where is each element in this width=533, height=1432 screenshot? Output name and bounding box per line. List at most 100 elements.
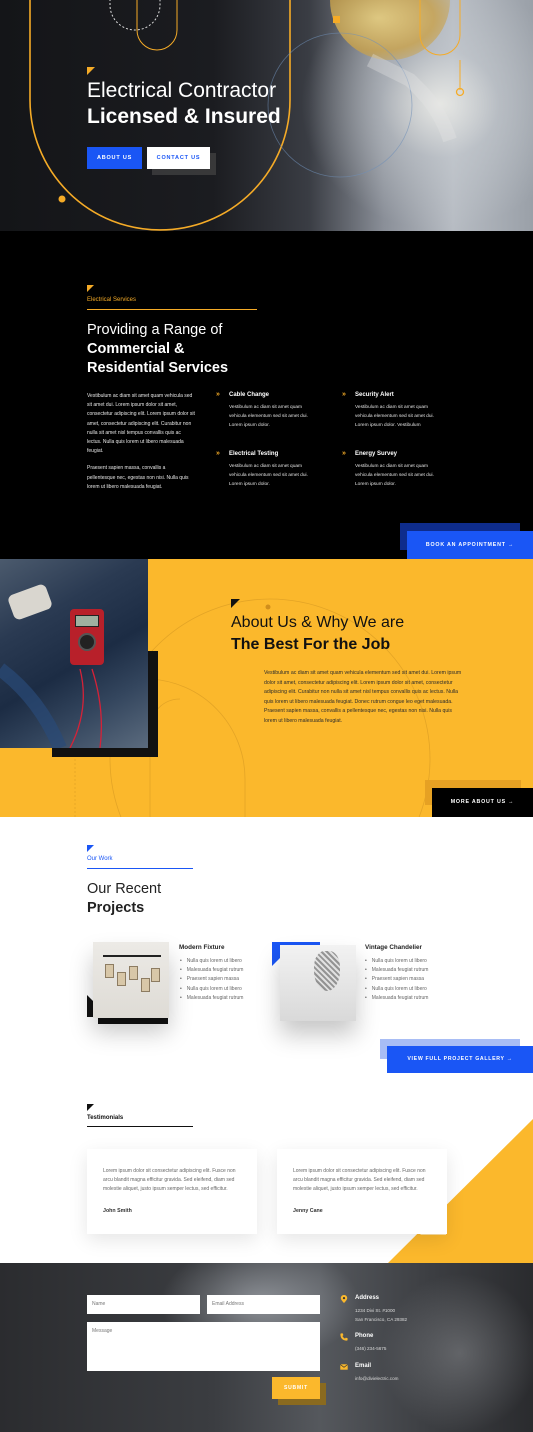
services-section: Electrical Services Providing a Range of… — [0, 231, 533, 559]
address-line1: 1234 Divi St. #1000 — [355, 1308, 396, 1313]
lamp-shade — [105, 964, 114, 978]
services-paragraph: Vestibulum ac diam sit amet quam vehicul… — [87, 392, 195, 492]
lamp-shade — [117, 972, 126, 986]
envelope-icon — [340, 1364, 348, 1370]
email-field[interactable]: Email Address — [207, 1295, 320, 1314]
list-item: Praesent sapien massa — [180, 975, 243, 984]
projects-heading: Our Recent Projects — [87, 880, 161, 918]
project-title: Vintage Chandelier — [365, 944, 422, 951]
contact-us-button[interactable]: CONTACT US — [147, 147, 210, 169]
view-gallery-button[interactable]: VIEW FULL PROJECT GALLERY → — [387, 1046, 533, 1073]
hero-title: Electrical Contractor Licensed & Insured — [87, 78, 407, 130]
phone-icon — [340, 1333, 348, 1341]
list-item: Malesuada feugiat rutrum — [365, 994, 429, 1003]
service-title: Energy Survey — [355, 451, 398, 457]
testimonial-quote: Lorem ipsum dolor sit consectetur adipis… — [103, 1168, 236, 1193]
services-heading: Providing a Range of Commercial & Reside… — [87, 321, 287, 378]
about-heading-line1: About Us & Why We are — [231, 614, 405, 631]
projects-heading-line2: Projects — [87, 900, 145, 916]
project-image-modern-fixture[interactable] — [93, 942, 169, 1018]
address-label: Address — [355, 1295, 380, 1301]
services-heading-line2: Commercial & — [87, 341, 185, 357]
project-bullets: Nulla quis lorem ut libero Malesuada feu… — [180, 957, 244, 1003]
services-accent-mark — [87, 285, 94, 292]
testimonial-author: John Smith — [103, 1208, 132, 1214]
about-photo-multimeter — [0, 559, 148, 748]
testimonial-card: Lorem ipsum dolor sit consectetur adipis… — [87, 1149, 257, 1234]
service-title: Security Alert — [355, 392, 394, 398]
about-paragraph: Vestibulum ac diam sit amet quam vehicul… — [264, 670, 462, 724]
about-accent-mark — [231, 599, 240, 608]
hero-accent-mark — [87, 67, 95, 75]
testimonial-card: Lorem ipsum dolor sit consectetur adipis… — [277, 1149, 447, 1234]
email-label: Email — [355, 1363, 372, 1369]
services-divider — [87, 309, 257, 310]
name-field[interactable]: Name — [87, 1295, 200, 1314]
list-item: Malesuada feugiat rutrum — [180, 966, 244, 975]
testimonials-section: Testimonials Lorem ipsum dolor sit conse… — [0, 1087, 533, 1263]
projects-divider — [87, 868, 193, 869]
service-desc: Vestibulum ac diam sit amet quam vehicul… — [229, 464, 308, 487]
submit-area: SUBMIT — [0, 1363, 533, 1423]
hero-title-line2: Licensed & Insured — [87, 105, 281, 128]
project-title: Modern Fixture — [179, 944, 225, 951]
services-heading-line3: Residential Services — [87, 360, 229, 376]
service-desc: Vestibulum ac diam sit amet quam vehicul… — [229, 405, 308, 428]
service-item-energy-survey: » Energy Survey Vestibulum ac diam sit a… — [342, 450, 445, 489]
more-about-us-button[interactable]: MORE ABOUT US → — [432, 788, 533, 817]
testimonial-author: Jenny Cane — [293, 1208, 323, 1214]
chevron-right-icon: » — [216, 391, 220, 398]
lamp-shade — [141, 978, 150, 992]
service-desc: Vestibulum ac diam sit amet quam vehicul… — [355, 464, 434, 487]
service-title: Cable Change — [229, 392, 270, 398]
projects-heading-line1: Our Recent — [87, 881, 162, 897]
list-item: Nulla quis lorem ut libero — [365, 957, 428, 966]
list-item: Praesent sapien massa — [365, 975, 428, 984]
about-section: About Us & Why We are The Best For the J… — [0, 559, 533, 817]
lamp-shade — [151, 968, 160, 982]
services-paragraph-2: Praesent sapien massa, convallis a pelle… — [87, 465, 189, 490]
fixture-bar — [103, 955, 161, 957]
hero-section: Electrical Contractor Licensed & Insured… — [0, 0, 533, 231]
services-kicker: Electrical Services — [87, 297, 137, 303]
submit-button[interactable]: SUBMIT — [272, 1377, 320, 1399]
about-heading: About Us & Why We are The Best For the J… — [231, 612, 491, 656]
services-paragraph-1: Vestibulum ac diam sit amet quam vehicul… — [87, 393, 195, 455]
chevron-right-icon: » — [342, 391, 346, 398]
list-item: Nulla quis lorem ut libero — [365, 985, 428, 994]
chevron-right-icon: » — [342, 450, 346, 457]
testimonials-accent-mark — [87, 1104, 94, 1111]
service-desc: Vestibulum ac diam sit amet quam vehicul… — [355, 405, 434, 428]
list-item: Nulla quis lorem ut libero — [180, 985, 243, 994]
lamp-shade — [129, 966, 138, 980]
list-item: Nulla quis lorem ut libero — [180, 957, 243, 966]
testimonials-divider — [87, 1126, 193, 1127]
about-heading-line2: The Best For the Job — [231, 636, 391, 653]
services-heading-line1: Providing a Range of — [87, 322, 223, 338]
projects-section: Our Work Our Recent Projects Modern Fixt… — [0, 817, 533, 1087]
phone-value[interactable]: (346) 234-5675 — [355, 1345, 475, 1354]
about-photo-cables — [0, 663, 102, 748]
book-appointment-button[interactable]: BOOK AN APPOINTMENT → — [407, 531, 533, 559]
service-item-security-alert: » Security Alert Vestibulum ac diam sit … — [342, 391, 445, 430]
projects-accent-mark — [87, 845, 94, 852]
service-item-cable-change: » Cable Change Vestibulum ac diam sit am… — [216, 391, 319, 430]
address-value: 1234 Divi St. #1000 San Francisco, CA 29… — [355, 1307, 475, 1324]
project-bullets: Nulla quis lorem ut libero Malesuada feu… — [365, 957, 429, 1003]
hero-title-line1: Electrical Contractor — [87, 79, 277, 102]
email-value[interactable]: info@divielectric.com — [355, 1375, 475, 1384]
service-item-electrical-testing: » Electrical Testing Vestibulum ac diam … — [216, 450, 319, 489]
address-line2: San Francisco, CA 29382 — [355, 1316, 408, 1322]
map-pin-icon — [340, 1295, 348, 1303]
phone-label: Phone — [355, 1333, 374, 1339]
contact-section: Name Email Address Message SUBMIT Addres… — [0, 1263, 533, 1432]
testimonial-quote: Lorem ipsum dolor sit consectetur adipis… — [293, 1168, 426, 1193]
chandelier-shape — [314, 951, 340, 991]
testimonials-yellow-triangle — [388, 1119, 533, 1263]
projects-kicker: Our Work — [87, 856, 113, 862]
list-item: Malesuada feugiat rutrum — [180, 994, 244, 1003]
project-image-vintage-chandelier[interactable] — [280, 945, 356, 1021]
chevron-right-icon: » — [216, 450, 220, 457]
about-us-button[interactable]: ABOUT US — [87, 147, 142, 169]
testimonials-kicker: Testimonials — [87, 1115, 124, 1121]
